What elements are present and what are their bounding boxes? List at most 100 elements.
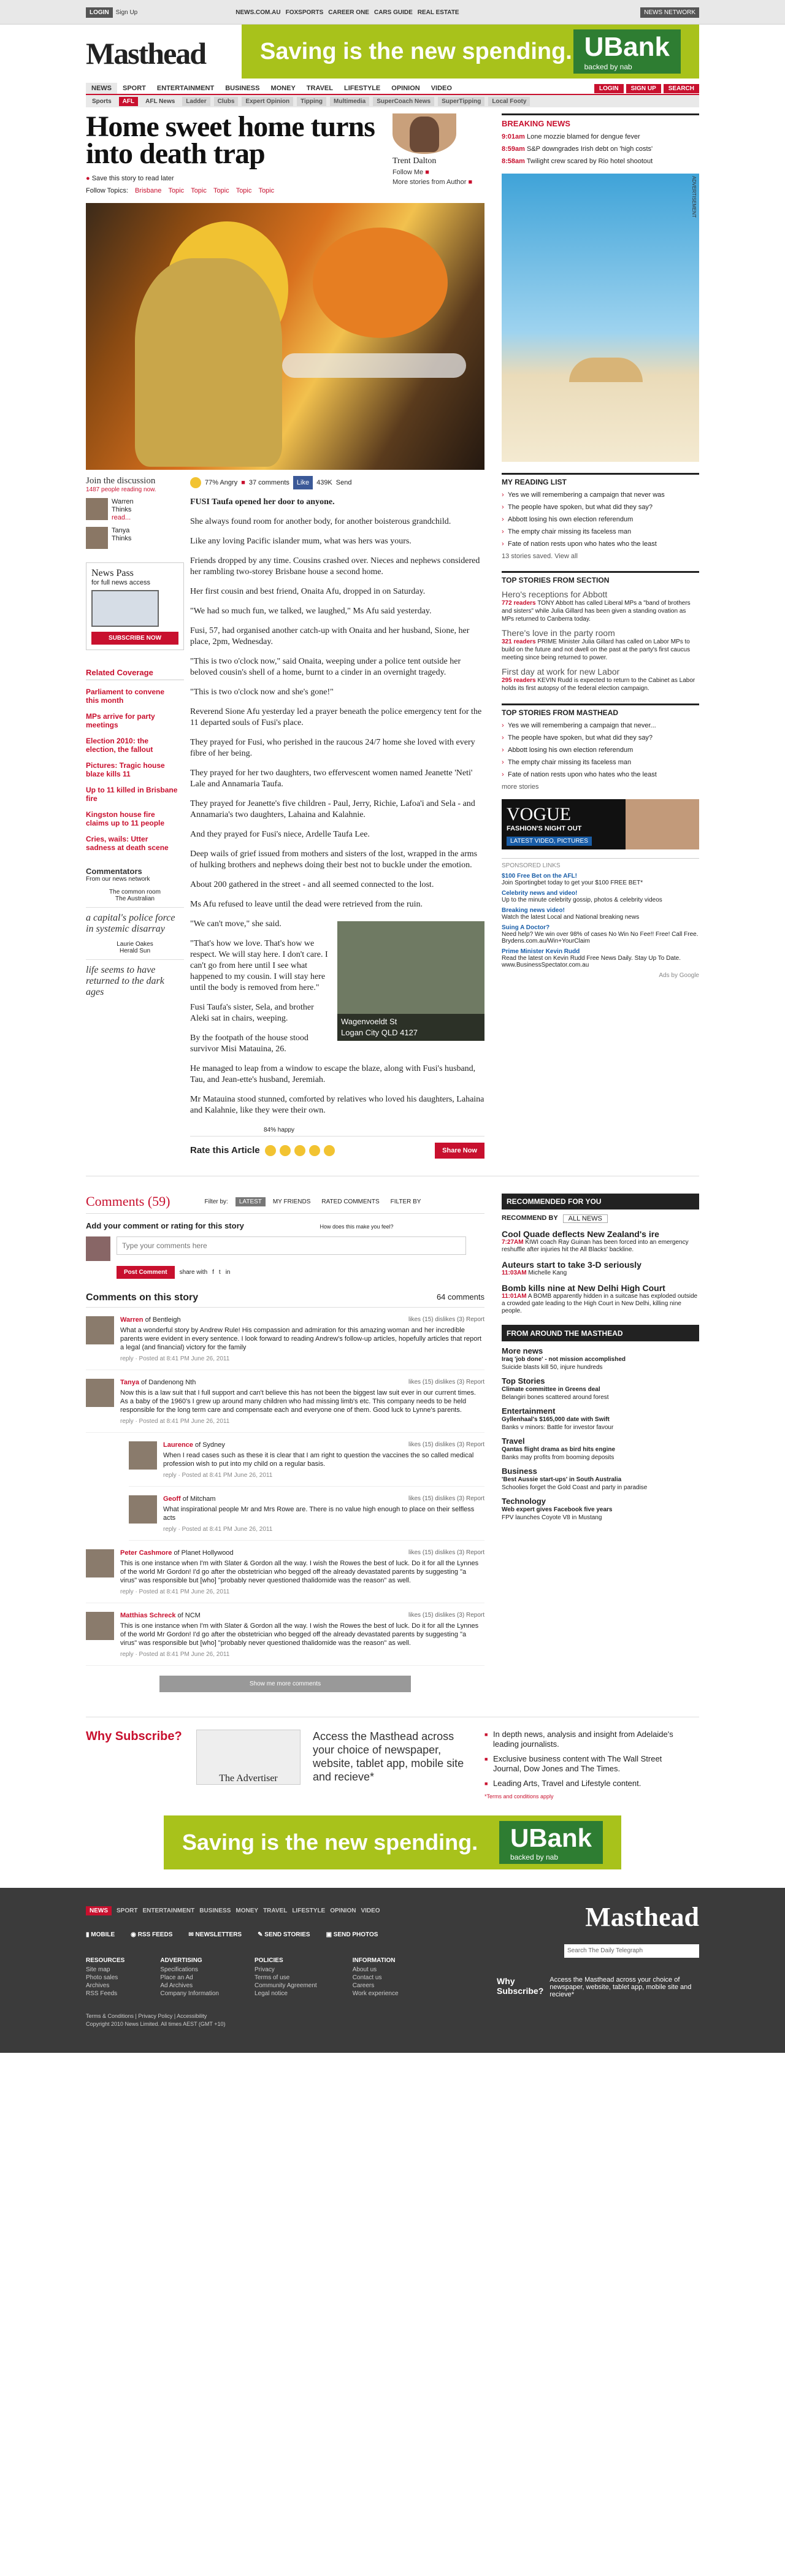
show-more-comments-button[interactable]: Show me more comments xyxy=(159,1676,411,1692)
commenter-preview[interactable]: Tanya Thinks xyxy=(86,527,184,549)
footer-link[interactable]: Place an Ad xyxy=(160,1974,193,1981)
section-heading[interactable]: Business xyxy=(502,1466,699,1476)
network-link[interactable]: CARS GUIDE xyxy=(374,9,413,16)
footer-legal-links[interactable]: Terms & Conditions | Privacy Policy | Ac… xyxy=(86,2012,699,2020)
subnav-tipping[interactable]: Tipping xyxy=(297,96,327,106)
topic-link[interactable]: Topic xyxy=(213,187,229,194)
related-link[interactable]: Up to 11 killed in Brisbane fire xyxy=(86,786,178,803)
section-heading[interactable]: Top Stories xyxy=(502,1376,699,1386)
like-button[interactable]: likes (15) xyxy=(408,1612,434,1619)
sponsored-link[interactable]: Breaking news video! Watch the latest Loc… xyxy=(502,907,699,921)
facebook-like-button[interactable]: Like xyxy=(293,476,313,489)
signup-link[interactable]: Sign Up xyxy=(116,9,138,16)
reading-list-item[interactable]: The empty chair missing its faceless man xyxy=(502,528,699,535)
sponsored-link[interactable]: Suing A Doctor? Need help? We win over 98… xyxy=(502,924,699,945)
section-heading[interactable]: Travel xyxy=(502,1436,699,1446)
sponsored-link[interactable]: Prime Minister Kevin Rudd Read the latest… xyxy=(502,948,699,968)
commenter-preview[interactable]: Warren Thinks read... xyxy=(86,498,184,522)
breaking-item[interactable]: 8:58am Twilight crew scared by Rio hotel… xyxy=(502,158,699,165)
footer-nav-item[interactable]: BUSINESS xyxy=(199,1907,231,1914)
footer-nav-item[interactable]: LIFESTYLE xyxy=(292,1907,325,1914)
masthead-story[interactable]: The empty chair missing its faceless man xyxy=(502,759,699,766)
send-stories-link[interactable]: ✎ SEND STORIES xyxy=(258,1931,310,1938)
masthead-story[interactable]: Fate of nation rests upon who hates who … xyxy=(502,771,699,778)
report-link[interactable]: Report xyxy=(466,1379,484,1386)
footer-link[interactable]: RSS Feeds xyxy=(86,1990,117,1997)
subnav-afl[interactable]: AFL xyxy=(118,96,139,106)
twitter-icon[interactable]: t xyxy=(219,1269,221,1276)
subnav-sports[interactable]: Sports xyxy=(88,97,115,106)
footer-link[interactable]: Specifications xyxy=(160,1966,198,1973)
vogue-promo[interactable]: VOGUE FASHION'S NIGHT OUT LATEST VIDEO, PI… xyxy=(502,799,699,849)
newsletters-link[interactable]: ✉ NEWSLETTERS xyxy=(188,1931,242,1938)
rating-face-icon[interactable] xyxy=(323,1145,335,1156)
network-link[interactable]: CAREER ONE xyxy=(328,9,369,16)
comment-author[interactable]: Peter Cashmore xyxy=(120,1549,172,1557)
report-link[interactable]: Report xyxy=(466,1495,484,1502)
comment-input[interactable] xyxy=(117,1236,466,1255)
news-network-button[interactable]: NEWS NETWORK xyxy=(640,7,699,18)
related-link[interactable]: Cries, wails: Utter sadness at death sce… xyxy=(86,835,178,852)
reply-link[interactable]: reply · Posted at 8:41 PM June 26, 2011 xyxy=(163,1526,484,1533)
subnav-local-footy[interactable]: Local Footy xyxy=(488,96,530,106)
footer-logo[interactable]: Masthead xyxy=(585,1901,699,1933)
share-now-button[interactable]: Share Now xyxy=(435,1143,484,1159)
view-all-link[interactable]: 13 stories saved. View all xyxy=(502,553,699,560)
subnav-supercoach[interactable]: SuperCoach News xyxy=(373,96,435,106)
sponsored-link[interactable]: Celebrity news and video! Up to the minut… xyxy=(502,890,699,903)
subnav-expert-opinion[interactable]: Expert Opinion xyxy=(242,96,294,106)
recommend-filter-select[interactable]: ALL NEWS xyxy=(562,1214,608,1223)
report-link[interactable]: Report xyxy=(466,1441,484,1448)
nav-news[interactable]: NEWS xyxy=(86,83,117,94)
reading-list-item[interactable]: Fate of nation rests upon who hates who … xyxy=(502,540,699,548)
dislike-button[interactable]: dislikes (3) xyxy=(435,1441,464,1448)
mobile-link[interactable]: ▮ MOBILE xyxy=(86,1931,115,1938)
network-link[interactable]: REAL ESTATE xyxy=(418,9,459,16)
reply-link[interactable]: reply · Posted at 8:41 PM June 26, 2011 xyxy=(120,1651,484,1658)
subscribe-now-button[interactable]: SUBSCRIBE NOW xyxy=(91,632,178,645)
site-logo[interactable]: Masthead xyxy=(86,36,207,71)
nav-opinion[interactable]: OPINION xyxy=(386,83,425,94)
login-button[interactable]: LOGIN xyxy=(86,7,113,18)
topic-link[interactable]: Topic xyxy=(236,187,252,194)
network-link[interactable]: FOXSPORTS xyxy=(286,9,324,16)
reply-link[interactable]: reply · Posted at 8:41 PM June 26, 2011 xyxy=(163,1472,484,1479)
like-button[interactable]: likes (15) xyxy=(408,1549,434,1556)
rating-face-icon[interactable] xyxy=(294,1145,305,1156)
commentator-quote[interactable]: a capital's police force in systemic dis… xyxy=(86,907,184,935)
footer-link[interactable]: Photo sales xyxy=(86,1974,118,1981)
banner-ad[interactable]: Saving is the new spending. UBank backed … xyxy=(242,25,699,79)
recommended-item[interactable]: Auteurs start to take 3-D seriously 11:03… xyxy=(502,1260,699,1277)
section-heading[interactable]: Entertainment xyxy=(502,1406,699,1416)
like-button[interactable]: likes (15) xyxy=(408,1379,434,1386)
footer-link[interactable]: Community Agreement xyxy=(255,1982,317,1989)
send-photos-link[interactable]: ▣ SEND PHOTOS xyxy=(326,1931,378,1938)
nav-login-button[interactable]: LOGIN xyxy=(594,83,624,93)
breaking-item[interactable]: 8:59am S&P downgrades Irish debt on 'hig… xyxy=(502,145,699,153)
dislike-button[interactable]: dislikes (3) xyxy=(435,1379,464,1386)
masthead-story[interactable]: Yes we will remembering a campaign that … xyxy=(502,722,699,729)
dislike-button[interactable]: dislikes (3) xyxy=(435,1316,464,1323)
join-discussion-heading[interactable]: Join the discussion xyxy=(86,476,184,486)
related-link[interactable]: Election 2010: the election, the fallout xyxy=(86,737,178,754)
nav-money[interactable]: MONEY xyxy=(265,83,301,94)
nav-sport[interactable]: SPORT xyxy=(117,83,151,94)
footer-nav-news[interactable]: NEWS xyxy=(86,1906,112,1915)
rss-link[interactable]: ◉ RSS FEEDS xyxy=(131,1931,172,1938)
comment-author[interactable]: Laurence xyxy=(163,1441,193,1449)
top-story[interactable]: There's love in the party room 321 reader… xyxy=(502,628,699,662)
footer-nav-item[interactable]: VIDEO xyxy=(361,1907,380,1914)
footer-search-input[interactable]: Search The Daily Telegraph xyxy=(564,1944,699,1958)
related-link[interactable]: Parliament to convene this month xyxy=(86,688,178,705)
post-comment-button[interactable]: Post Comment xyxy=(117,1266,175,1279)
nav-travel[interactable]: TRAVEL xyxy=(301,83,339,94)
top-story[interactable]: Hero's receptions for Abbott 772 readers … xyxy=(502,589,699,623)
reading-list-item[interactable]: Abbott losing his own election referendu… xyxy=(502,516,699,523)
location-map[interactable]: Wagenvoeldt St Logan City QLD 4127 xyxy=(337,921,484,1041)
reply-link[interactable]: reply · Posted at 8:41 PM June 26, 2011 xyxy=(120,1589,484,1595)
footer-link[interactable]: Archives xyxy=(86,1982,109,1989)
topic-link[interactable]: Topic xyxy=(168,187,184,194)
rating-face-icon[interactable] xyxy=(264,1145,276,1156)
dislike-button[interactable]: dislikes (3) xyxy=(435,1495,464,1502)
nav-signup-button[interactable]: SIGN UP xyxy=(626,83,661,93)
